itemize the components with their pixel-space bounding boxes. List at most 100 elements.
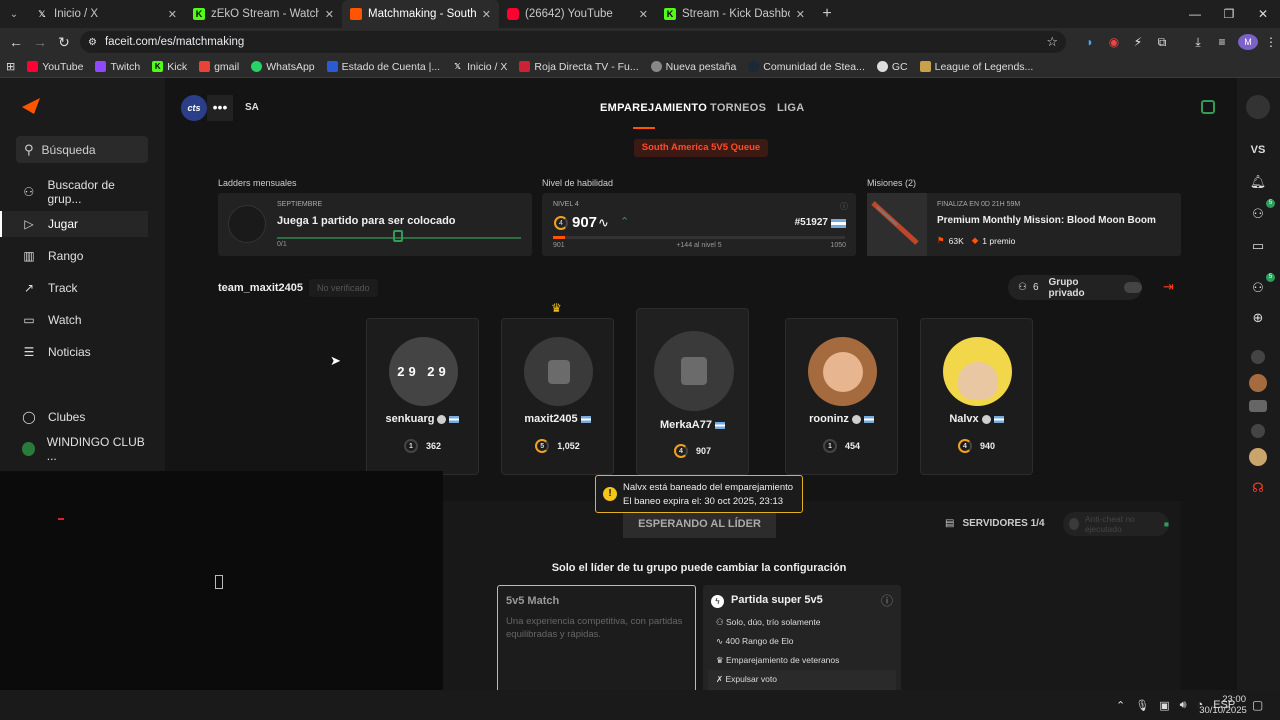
bookmark-nueva[interactable]: Nueva pestaña [650, 61, 736, 73]
sidebar-item-track[interactable]: ↗ Track [0, 275, 148, 301]
volume-icon[interactable]: 🔊︎ [1180, 699, 1187, 712]
match-option-super[interactable]: ϟ Partida super 5v5 ⓘ ⚇ Solo, dúo, trío … [703, 585, 901, 690]
extension-icon[interactable]: ◉ [1102, 35, 1126, 49]
close-icon[interactable]: ✕ [168, 8, 177, 21]
close-window-icon[interactable]: ✕ [1246, 0, 1280, 28]
player-card-self[interactable]: MerkaA77 4 907 [636, 308, 749, 475]
contact-avatar[interactable] [1249, 374, 1267, 392]
leave-party-icon[interactable]: ⇥ [1163, 279, 1174, 295]
apps-icon[interactable]: ⊞ [6, 60, 15, 73]
lock-icon [393, 230, 403, 242]
contact-avatar[interactable] [1249, 400, 1267, 412]
bookmark-estado[interactable]: Estado de Cuenta |... [326, 61, 440, 73]
bookmark-gmail[interactable]: gmail [199, 61, 239, 73]
bookmark-gc[interactable]: GC [876, 61, 908, 73]
extension-icon[interactable]: ◗ [1078, 35, 1102, 49]
search-input[interactable]: ⚲ Búsqueda [16, 136, 148, 163]
tab-search-dropdown[interactable]: ⌄ [0, 0, 28, 28]
toggle-switch[interactable] [1123, 282, 1142, 293]
network-icon[interactable]: ▣ [1159, 699, 1169, 712]
player-card[interactable]: 29 29 senkuarg 1 362 [366, 318, 479, 475]
bookmark-x[interactable]: 𝕏 Inicio / X [452, 61, 507, 73]
sidebar-item-noticias[interactable]: ☰ Noticias [0, 339, 148, 365]
new-tab-button[interactable]: + [813, 5, 841, 23]
party-icon[interactable]: ⚇ [1248, 278, 1268, 298]
player-card[interactable]: maxit2405 5 1,052 [501, 318, 614, 475]
ladder-task: Juega 1 partido para ser colocado [277, 215, 456, 227]
tab-title: Stream - Kick Dashboard [682, 8, 790, 20]
bell-icon[interactable]: 🔔︎ [1248, 172, 1268, 192]
chat-icon[interactable]: ▭ [1248, 236, 1268, 256]
close-icon[interactable]: ✕ [325, 8, 334, 21]
user-avatar[interactable] [1246, 95, 1270, 119]
tab-x[interactable]: 𝕏 Inicio / X ✕ [28, 0, 185, 28]
add-icon[interactable]: ⊕ [1248, 308, 1268, 328]
extension-icon[interactable]: ⚡ [1126, 35, 1150, 49]
contact-avatar[interactable] [1251, 424, 1265, 438]
sidebar-item-clubes[interactable]: ◯ Clubes [0, 404, 148, 430]
mission-ends: FINALIZA EN 0D 21H 59M [937, 201, 1021, 208]
friends-icon[interactable]: ⚇ [1248, 204, 1268, 224]
puzzle-icon[interactable]: ⧉ [1150, 35, 1174, 50]
tab-matchmaking[interactable]: Matchmaking - South America ✕ [342, 0, 499, 28]
tab-kick-stream[interactable]: K zEkO Stream - Watch Live on Ki ✕ [185, 0, 342, 28]
anticheat-shield-icon[interactable] [1201, 100, 1215, 114]
team-badge[interactable]: cts [181, 95, 207, 121]
support-headset-icon[interactable]: ☊ [1248, 478, 1268, 498]
vs-icon[interactable]: VS [1248, 140, 1268, 160]
menu-icon[interactable]: ⋮ [1258, 35, 1280, 49]
faceit-logo[interactable] [22, 98, 40, 114]
back-icon[interactable]: ← [4, 34, 28, 50]
contact-avatar[interactable] [1249, 448, 1267, 466]
nav-liga[interactable]: LIGA [777, 102, 804, 114]
close-icon[interactable]: ✕ [482, 8, 491, 21]
restore-icon[interactable]: ❐ [1212, 0, 1246, 28]
nav-torneos[interactable]: TORNEOS [710, 102, 766, 114]
clock[interactable]: 23:00 30/10/2025 [1198, 694, 1248, 716]
player-card[interactable]: rooninz 1 454 [785, 318, 898, 475]
site-info-icon[interactable]: ⚙ [88, 37, 97, 48]
sidebar-item-jugar[interactable]: ▷ Jugar [0, 211, 148, 237]
skill-card[interactable]: NIVEL 4 ⓘ 4 907 ∿ ⌃ #51927 901 +144 al n… [542, 193, 856, 256]
bookmark-star-icon[interactable]: ☆ [1046, 34, 1058, 50]
close-icon[interactable]: ✕ [796, 8, 805, 21]
servers-button[interactable]: ▤ SERVIDORES 1/4 [945, 518, 1045, 529]
chevron-up-icon[interactable]: ⌃ [1116, 699, 1125, 712]
ladder-month: SEPTIEMBRE [277, 201, 323, 208]
bookmark-roja[interactable]: Roja Directa TV - Fu... [519, 61, 639, 73]
bookmark-lol[interactable]: League of Legends... [919, 61, 1033, 73]
anticheat-status[interactable]: Anti-cheat no ejecutado ■ [1063, 512, 1169, 536]
bookmark-youtube[interactable]: YouTube [27, 61, 83, 73]
microphone-icon[interactable]: 🎙︎ [1135, 699, 1149, 712]
waiting-leader-button[interactable]: ESPERANDO AL LÍDER [623, 510, 776, 538]
reading-list-icon[interactable]: ≡ [1210, 35, 1234, 49]
contact-avatar[interactable] [1251, 350, 1265, 364]
notification-icon[interactable]: ▢ [1252, 698, 1263, 712]
minimize-icon[interactable]: — [1178, 0, 1212, 28]
tab-youtube[interactable]: (26642) YouTube ✕ [499, 0, 656, 28]
sidebar-item-buscador[interactable]: ⚇ Buscador de grup... [0, 178, 148, 206]
sidebar-item-rango[interactable]: ▥ Rango [0, 243, 148, 269]
info-icon[interactable]: ⓘ [881, 592, 893, 609]
profile-avatar[interactable]: M [1238, 34, 1258, 50]
close-icon[interactable]: ✕ [639, 8, 648, 21]
sidebar-item-watch[interactable]: ▭ Watch [0, 307, 148, 333]
address-bar[interactable]: ⚙ faceit.com/es/matchmaking ☆ [80, 31, 1066, 53]
bookmark-steam[interactable]: Comunidad de Stea... [748, 61, 865, 73]
reload-icon[interactable]: ↻ [52, 34, 76, 51]
info-icon[interactable]: ⓘ [840, 201, 848, 212]
bookmark-whatsapp[interactable]: WhatsApp [251, 61, 315, 73]
sidebar-item-windingo[interactable]: WINDINGO CLUB ... [0, 435, 148, 463]
more-icon[interactable]: ••• [207, 95, 233, 121]
bookmark-twitch[interactable]: Twitch [95, 61, 140, 73]
forward-icon[interactable]: → [28, 34, 52, 50]
player-card[interactable]: Nalvx 4 940 [920, 318, 1033, 475]
download-icon[interactable]: ⤓ [1186, 35, 1210, 50]
tab-kick-dashboard[interactable]: K Stream - Kick Dashboard ✕ [656, 0, 813, 28]
private-group-toggle[interactable]: ⚇ 6 Grupo privado [1008, 275, 1142, 300]
bookmark-kick[interactable]: K Kick [152, 61, 187, 73]
ladders-card[interactable]: SEPTIEMBRE Juega 1 partido para ser colo… [218, 193, 532, 256]
missions-card[interactable]: FINALIZA EN 0D 21H 59M Premium Monthly M… [867, 193, 1181, 256]
nav-emparejamiento[interactable]: EMPAREJAMIENTO [600, 102, 707, 114]
match-option-5v5[interactable]: 5v5 Match Una experiencia competitiva, c… [497, 585, 696, 690]
